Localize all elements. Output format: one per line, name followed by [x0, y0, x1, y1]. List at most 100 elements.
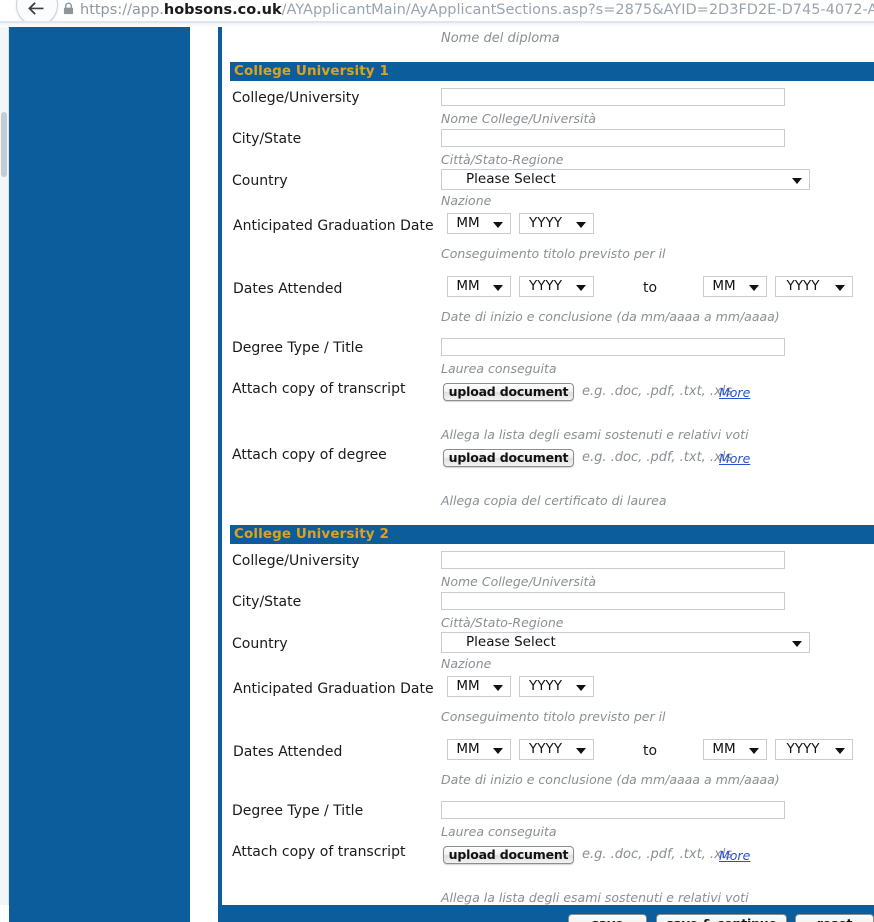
select-dates-to-month[interactable]: MM [703, 276, 767, 297]
select-dates-to-year[interactable]: YYYY [775, 276, 853, 297]
label-college-university: College/University [232, 90, 360, 106]
label-country-2: Country [232, 636, 288, 652]
select-dates-from-year-value: YYYY [529, 278, 562, 294]
url-host: hobsons.co.uk [163, 2, 282, 18]
chevron-down-icon [749, 748, 759, 754]
url-path: /AYApplicantMain/AyApplicantSections.asp… [281, 2, 874, 18]
input-city-state[interactable] [441, 129, 785, 147]
hint-attach-degree: Allega copia del certificato di laurea [441, 493, 667, 508]
degree-more-link[interactable]: More [719, 451, 750, 466]
section-title: College University 2 [234, 526, 389, 542]
input-college-university-2[interactable] [441, 551, 785, 569]
hint-attach-transcript: Allega la lista degli esami sostenuti e … [441, 427, 749, 442]
label-country: Country [232, 173, 288, 189]
chevron-down-icon [835, 285, 845, 291]
save-and-continue-button[interactable]: save & continue [656, 914, 787, 922]
section-title: College University 1 [234, 63, 389, 79]
transcript-file-types: e.g. .doc, .pdf, .txt, .xls [582, 384, 733, 399]
select-graduation-month[interactable]: MM [447, 213, 511, 234]
hint-college-university-2: Nome College/Università [441, 574, 597, 589]
hint-attach-transcript-2: Allega la lista degli esami sostenuti e … [441, 890, 749, 905]
lock-icon [63, 2, 74, 15]
label-dates-attended-2: Dates Attended [233, 744, 343, 760]
select-dates-to-month-value: MM [712, 278, 736, 294]
upload-degree-button[interactable]: upload document [443, 449, 574, 467]
form-content: Nome del diploma College University 1 Co… [222, 27, 874, 922]
upload-transcript-button[interactable]: upload document [443, 383, 574, 401]
previous-section-hint: Nome del diploma [441, 31, 560, 46]
label-city-state: City/State [232, 131, 302, 147]
degree-file-types: e.g. .doc, .pdf, .txt, .xls [582, 450, 733, 465]
hint-dates-attended-2: Date di inizio e conclusione (da mm/aaaa… [441, 772, 780, 787]
select-dates-to-month-2[interactable]: MM [703, 739, 767, 760]
select-graduation-year[interactable]: YYYY [519, 213, 594, 234]
select-dates-from-month[interactable]: MM [447, 276, 511, 297]
select-graduation-year-value: YYYY [529, 215, 562, 231]
select-graduation-month-2[interactable]: MM [447, 676, 511, 697]
browser-chrome: https://app.hobsons.co.uk/AYApplicantMai… [0, 0, 874, 22]
chevron-down-icon [835, 748, 845, 754]
url-scheme: https://app. [80, 2, 164, 18]
section-header-college-university-1: College University 1 [230, 62, 874, 81]
select-dates-to-year-2[interactable]: YYYY [775, 739, 853, 760]
select-dates-to-month-2-value: MM [712, 741, 736, 757]
input-college-university[interactable] [441, 88, 785, 106]
label-anticipated-graduation-date-2: Anticipated Graduation Date [233, 681, 434, 697]
hint-country: Nazione [441, 193, 492, 208]
back-arrow-icon[interactable] [26, 0, 46, 18]
select-dates-from-month-2[interactable]: MM [447, 739, 511, 760]
scrollbar-thumb[interactable] [1, 112, 7, 177]
select-graduation-year-2-value: YYYY [529, 678, 562, 694]
hint-degree-type-title-2: Laurea conseguita [441, 824, 557, 839]
label-dates-attended: Dates Attended [233, 281, 343, 297]
select-country-value: Please Select [466, 171, 556, 187]
hint-graduation-date-2: Conseguimento titolo previsto per il [441, 709, 666, 724]
chevron-down-icon [792, 641, 802, 647]
input-degree-type-title-2[interactable] [441, 801, 785, 819]
select-country-2[interactable]: Please Select [441, 632, 810, 653]
select-country-2-value: Please Select [466, 634, 556, 650]
left-sidebar-panel [9, 27, 190, 922]
select-dates-from-year-2[interactable]: YYYY [519, 739, 594, 760]
chevron-down-icon [792, 178, 802, 184]
url-bar[interactable]: https://app.hobsons.co.uk/AYApplicantMai… [80, 0, 874, 21]
label-attach-degree: Attach copy of degree [232, 447, 387, 463]
select-country[interactable]: Please Select [441, 169, 810, 190]
select-graduation-year-2[interactable]: YYYY [519, 676, 594, 697]
save-button[interactable]: save [568, 914, 647, 922]
chevron-down-icon [576, 748, 586, 754]
page-body: Nome del diploma College University 1 Co… [0, 27, 874, 922]
chevron-down-icon [576, 685, 586, 691]
hint-graduation-date: Conseguimento titolo previsto per il [441, 246, 666, 261]
label-city-state-2: City/State [232, 594, 302, 610]
input-degree-type-title[interactable] [441, 338, 785, 356]
hint-degree-type-title: Laurea conseguita [441, 361, 557, 376]
hint-dates-attended: Date di inizio e conclusione (da mm/aaaa… [441, 309, 780, 324]
hint-city-state: Città/Stato-Regione [441, 152, 564, 167]
chevron-down-icon [493, 285, 503, 291]
label-attach-transcript-2: Attach copy of transcript [232, 844, 406, 860]
browser-window: https://app.hobsons.co.uk/AYApplicantMai… [0, 0, 874, 922]
hint-country-2: Nazione [441, 656, 492, 671]
select-dates-from-month-2-value: MM [456, 741, 480, 757]
reset-button[interactable]: reset [795, 914, 874, 922]
input-city-state-2[interactable] [441, 592, 785, 610]
hint-college-university: Nome College/Università [441, 111, 597, 126]
section-header-college-university-2: College University 2 [230, 525, 874, 544]
upload-transcript-button-2[interactable]: upload document [443, 846, 574, 864]
dates-to-separator: to [643, 280, 658, 296]
window-scrollbar[interactable] [0, 27, 9, 922]
chevron-down-icon [493, 748, 503, 754]
transcript-more-link-2[interactable]: More [719, 848, 750, 863]
select-graduation-month-2-value: MM [456, 678, 480, 694]
chevron-down-icon [493, 222, 503, 228]
chevron-down-icon [576, 222, 586, 228]
label-degree-type-title: Degree Type / Title [232, 340, 364, 356]
chevron-down-icon [576, 285, 586, 291]
footer-sidebar-fill [9, 905, 190, 922]
select-dates-from-year[interactable]: YYYY [519, 276, 594, 297]
form-action-bar: save save & continue reset [222, 905, 874, 922]
transcript-more-link[interactable]: More [719, 385, 750, 400]
select-graduation-month-value: MM [456, 215, 480, 231]
select-dates-to-year-value: YYYY [786, 278, 820, 294]
